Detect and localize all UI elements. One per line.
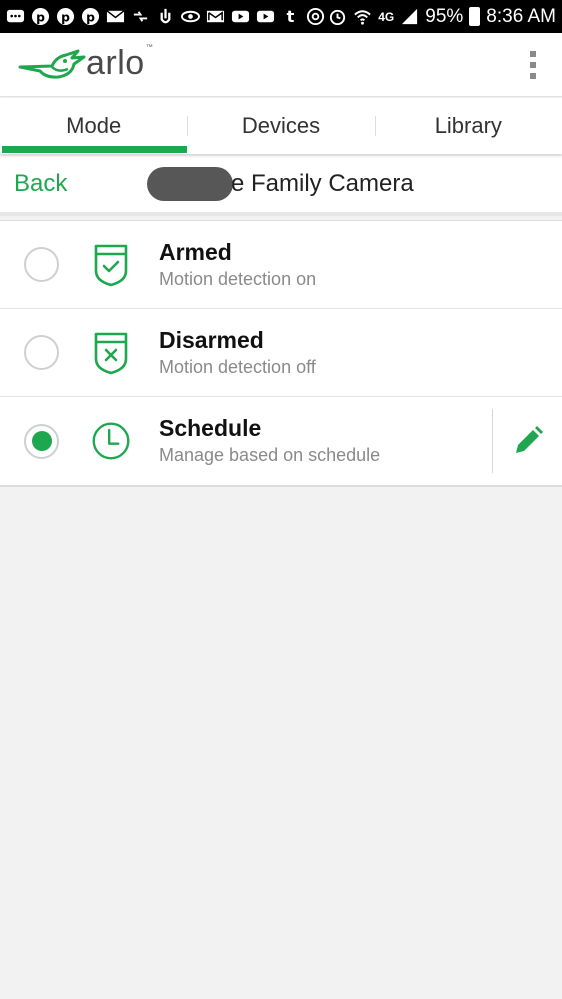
eye-icon [181,7,200,26]
wifi-icon [353,7,372,26]
battery-percent: 95% [425,5,464,27]
youtube-icon [231,7,250,26]
mode-subtitle: Motion detection on [159,268,317,289]
shield-x-icon [91,330,131,376]
pinterest-icon: p [81,7,100,26]
mode-row-schedule[interactable]: Schedule Manage based on schedule [0,397,562,485]
mode-row-armed[interactable]: Armed Motion detection on [0,221,562,309]
status-bar: p p p t 4G 95% 8:36 AM [0,0,562,33]
mode-row-disarmed[interactable]: Disarmed Motion detection off [0,309,562,397]
network-label: 4G [378,9,395,24]
battery-icon [469,7,481,26]
svg-text:p: p [61,10,70,24]
more-options-icon[interactable] [524,47,542,83]
mail-icon [106,7,125,26]
pinterest-icon: p [56,7,75,26]
clock-time: 8:36 AM [486,5,556,27]
radio-disarmed[interactable] [24,335,59,370]
signal-icon [400,7,419,26]
svg-text:t: t [287,7,295,26]
pinterest-icon: p [31,7,50,26]
radio-schedule[interactable] [24,423,59,459]
sub-header: Back e Family Camera [0,156,562,216]
arlo-logo: arlo™ [18,44,153,84]
svg-text:p: p [36,10,45,24]
mode-subtitle: Motion detection off [159,356,316,377]
camera-title: e Family Camera [147,167,414,201]
trademark: ™ [145,44,154,51]
tab-devices[interactable]: Devices [187,98,374,154]
at-icon [306,7,325,26]
radio-selected-dot [31,431,52,451]
mode-text: Armed Motion detection on [159,238,316,292]
sync-icon [131,7,150,26]
system-status: 4G 95% 8:36 AM [328,6,556,28]
chat-icon [6,7,25,26]
mode-text: Disarmed Motion detection off [159,326,316,380]
mode-text: Schedule Manage based on schedule [159,414,380,468]
logo-wordmark: arlo [86,44,145,82]
app-bar: arlo™ [0,33,562,97]
clock-icon [91,418,131,464]
radio-armed[interactable] [24,247,59,282]
notification-icons: p p p t [6,7,325,26]
tab-library[interactable]: Library [374,98,562,154]
tab-bar: Mode Devices Library [0,98,562,154]
mode-title: Disarmed [159,326,264,353]
gmail-icon [206,7,225,26]
youtube-icon [256,7,275,26]
redacted-text [147,167,233,201]
back-button[interactable]: Back [14,170,147,198]
mode-subtitle: Manage based on schedule [159,445,381,465]
mode-list: Armed Motion detection on Disarmed Motio… [0,220,562,487]
mode-title: Armed [159,238,232,265]
logo-text: arlo™ [86,44,153,83]
edit-schedule-button[interactable] [492,409,562,473]
hand-icon [156,7,175,26]
alarm-icon [328,7,347,26]
svg-text:p: p [86,10,95,24]
shield-check-icon [91,242,131,288]
camera-name: e Family Camera [231,170,414,197]
tumblr-icon: t [281,7,300,26]
pencil-icon [515,426,543,453]
hummingbird-icon [18,49,86,79]
tab-mode[interactable]: Mode [0,98,188,154]
mode-title: Schedule [159,415,262,441]
